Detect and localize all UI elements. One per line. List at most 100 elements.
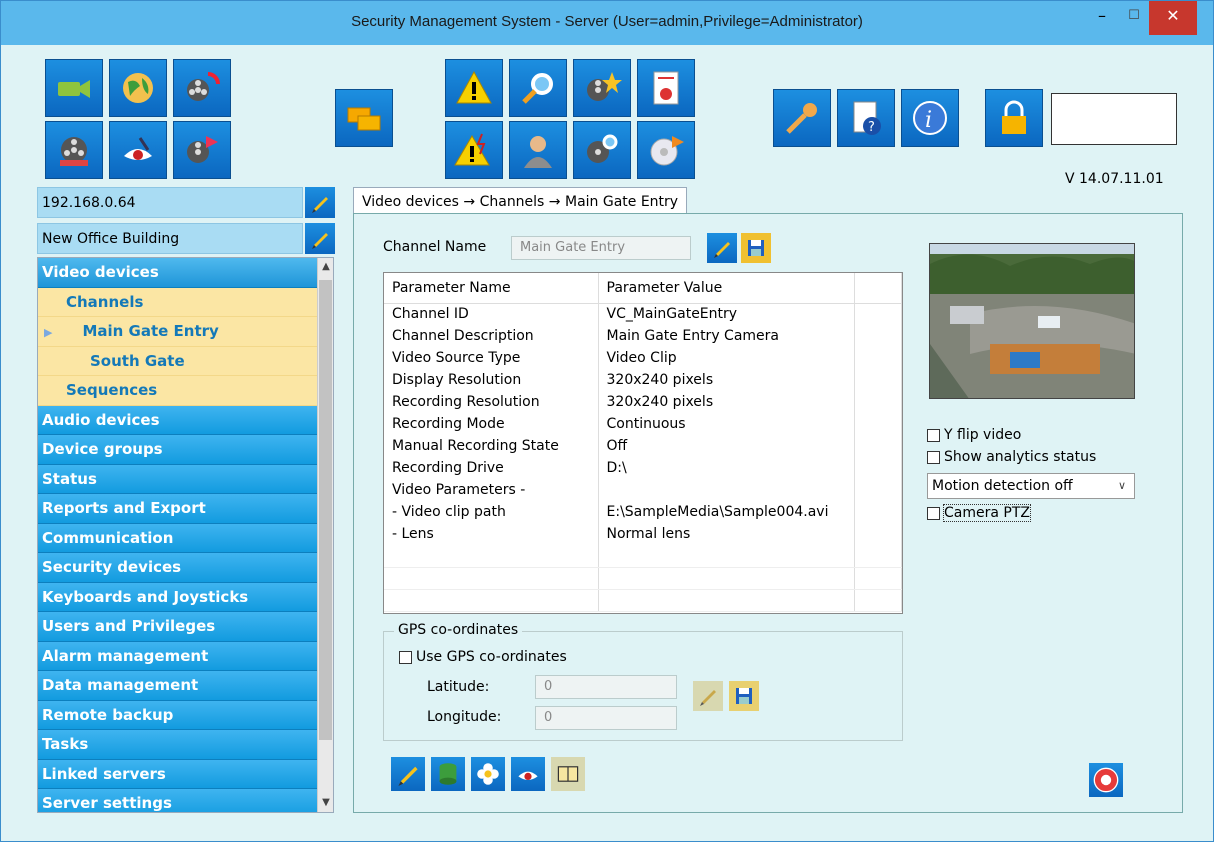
info-icon[interactable]: i — [901, 89, 959, 147]
film-export-icon[interactable] — [173, 121, 231, 179]
longitude-label: Longitude: — [427, 709, 502, 725]
user-icon[interactable] — [509, 121, 567, 179]
tree-item-south-gate[interactable]: South Gate — [38, 346, 318, 376]
version-label: V 14.07.11.01 — [1065, 171, 1164, 187]
table-row[interactable]: Recording Drive D:\ — [384, 457, 902, 479]
flower-button[interactable] — [471, 757, 505, 791]
minimize-button[interactable]: – — [1087, 1, 1117, 35]
tree-scrollbar[interactable]: ▲ ▼ — [317, 258, 333, 812]
pencil-icon — [714, 242, 730, 258]
stop-icon — [1093, 767, 1119, 793]
channel-name-field[interactable]: Main Gate Entry — [511, 236, 691, 260]
site-name: New Office Building — [37, 223, 303, 254]
latitude-label: Latitude: — [427, 679, 490, 695]
analytics-checkbox[interactable] — [927, 450, 940, 464]
table-row[interactable]: Video Source Type Video Clip — [384, 347, 902, 369]
use-gps-option[interactable]: Use GPS co-ordinates — [399, 649, 567, 665]
film-search-icon[interactable] — [573, 121, 631, 179]
scroll-up-icon[interactable]: ▲ — [318, 258, 333, 276]
edit-button[interactable] — [391, 757, 425, 791]
analytics-label: Show analytics status — [944, 449, 1097, 465]
table-row — [384, 567, 902, 590]
tree-item-server-settings[interactable]: Server settings — [38, 789, 318, 812]
tree-item-main-gate-entry[interactable]: ▶ Main Gate Entry — [38, 317, 318, 347]
tree-item-communication[interactable]: Communication — [38, 523, 318, 553]
help-doc-icon[interactable]: ? — [837, 89, 895, 147]
view-button[interactable] — [511, 757, 545, 791]
table-row[interactable]: Channel ID VC_MainGateEntry — [384, 303, 902, 325]
tree-item-sequences[interactable]: Sequences — [38, 376, 318, 406]
latitude-field[interactable]: 0 — [535, 675, 677, 699]
navigation-tree[interactable]: Video devices Channels ▶ Main Gate Entry … — [37, 257, 334, 813]
film-star-icon[interactable] — [573, 59, 631, 117]
ptz-checkbox[interactable] — [927, 506, 940, 520]
channel-name-label: Channel Name — [383, 239, 487, 255]
col-header-name: Parameter Name — [384, 273, 599, 304]
eye-icon[interactable] — [109, 121, 167, 179]
title-bar[interactable]: Security Management System - Server (Use… — [1, 1, 1213, 45]
tree-item-audio-devices[interactable]: Audio devices — [38, 405, 318, 435]
camera-icon[interactable] — [45, 59, 103, 117]
film-reel-icon[interactable] — [45, 121, 103, 179]
edit-address-button[interactable] — [305, 187, 335, 218]
ptz-option[interactable]: Camera PTZ — [927, 504, 1031, 522]
scroll-down-icon[interactable]: ▼ — [318, 794, 333, 812]
edit-gps-button[interactable] — [693, 681, 723, 711]
tree-item-channels[interactable]: Channels — [38, 287, 318, 317]
tree-item-keyboards-and-joysticks[interactable]: Keyboards and Joysticks — [38, 582, 318, 612]
warning-icon[interactable] — [445, 59, 503, 117]
y-flip-option[interactable]: Y flip video — [927, 427, 1021, 443]
edit-site-button[interactable] — [305, 223, 335, 254]
use-gps-checkbox[interactable] — [399, 650, 412, 664]
longitude-field[interactable]: 0 — [535, 706, 677, 730]
table-row[interactable]: Recording Resolution 320x240 pixels — [384, 391, 902, 413]
y-flip-checkbox[interactable] — [927, 428, 940, 442]
analytics-option[interactable]: Show analytics status — [927, 449, 1096, 465]
alarm-warning-icon[interactable] — [445, 121, 503, 179]
disc-export-icon[interactable] — [637, 121, 695, 179]
tree-item-linked-servers[interactable]: Linked servers — [38, 759, 318, 789]
eye-icon — [518, 771, 538, 780]
tree-item-reports-and-export[interactable]: Reports and Export — [38, 494, 318, 524]
tree-item-status[interactable]: Status — [38, 464, 318, 494]
table-row[interactable]: Manual Recording State Off — [384, 435, 902, 457]
report-icon[interactable] — [637, 59, 695, 117]
status-box — [1051, 93, 1177, 145]
lock-icon[interactable] — [985, 89, 1043, 147]
stop-button[interactable] — [1089, 763, 1123, 797]
table-row[interactable]: Recording Mode Continuous — [384, 413, 902, 435]
tree-item-users-and-privileges[interactable]: Users and Privileges — [38, 612, 318, 642]
table-row — [384, 545, 902, 568]
tree-item-remote-backup[interactable]: Remote backup — [38, 700, 318, 730]
tab-breadcrumb[interactable]: Video devices → Channels → Main Gate Ent… — [353, 187, 688, 215]
film-sync-icon[interactable] — [173, 59, 231, 117]
motion-detection-select[interactable]: Motion detection off ∨ — [927, 473, 1135, 499]
table-row[interactable]: Video Parameters - — [384, 479, 902, 501]
tree-item-device-groups[interactable]: Device groups — [38, 435, 318, 465]
table-row[interactable]: - Lens Normal lens — [384, 523, 902, 545]
tree-item-security-devices[interactable]: Security devices — [38, 553, 318, 583]
table-row[interactable]: Display Resolution 320x240 pixels — [384, 369, 902, 391]
tree-item-alarm-management[interactable]: Alarm management — [38, 641, 318, 671]
search-icon[interactable] — [509, 59, 567, 117]
close-button[interactable]: ✕ — [1149, 1, 1197, 35]
globe-icon[interactable] — [109, 59, 167, 117]
table-row[interactable]: Channel Description Main Gate Entry Camer… — [384, 325, 902, 347]
save-gps-button[interactable] — [729, 681, 759, 711]
windows-icon[interactable] — [335, 89, 393, 147]
table-row[interactable]: - Video clip path E:\SampleMedia\Sample00… — [384, 501, 902, 523]
database-button[interactable] — [431, 757, 465, 791]
database-icon — [439, 763, 457, 785]
save-channel-name-button[interactable] — [741, 233, 771, 263]
tree-item-tasks[interactable]: Tasks — [38, 730, 318, 760]
save-icon — [748, 240, 764, 256]
tree-item-video-devices[interactable]: Video devices — [38, 258, 318, 288]
scroll-thumb[interactable] — [319, 280, 332, 740]
edit-channel-name-button[interactable] — [707, 233, 737, 263]
maximize-button[interactable]: ☐ — [1119, 1, 1149, 35]
flower-icon — [477, 763, 499, 785]
tree-item-data-management[interactable]: Data management — [38, 671, 318, 701]
manual-button[interactable] — [551, 757, 585, 791]
parameter-table[interactable]: Parameter Name Parameter Value Channel I… — [383, 272, 903, 614]
key-icon[interactable] — [773, 89, 831, 147]
